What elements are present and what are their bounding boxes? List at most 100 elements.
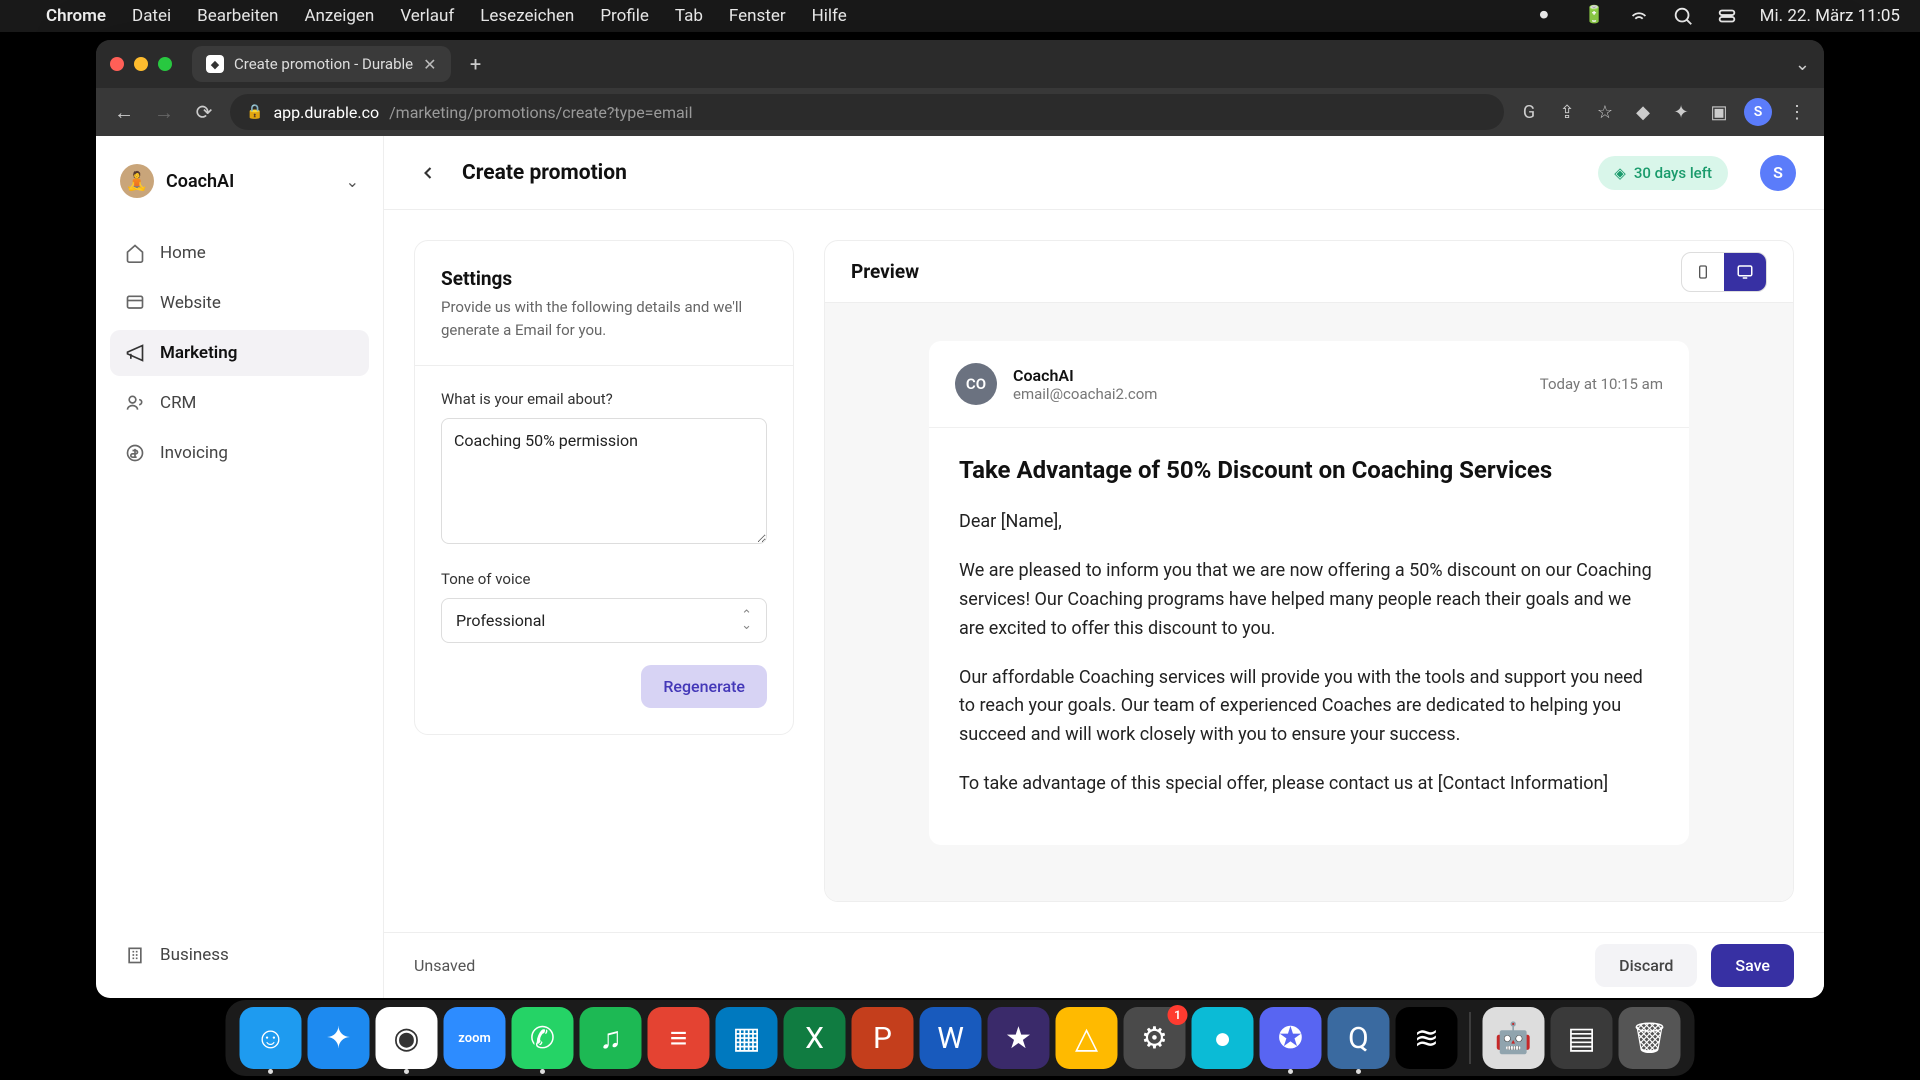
dock-tray-trash[interactable]: 🗑	[1619, 1007, 1681, 1069]
dock-app-imovie[interactable]: ★	[988, 1007, 1050, 1069]
dock-app-excel[interactable]: X	[784, 1007, 846, 1069]
chrome-menu-icon[interactable]: ⋮	[1784, 99, 1810, 125]
tone-select[interactable]: Professional ⌃⌄	[441, 598, 767, 643]
menu-fenster[interactable]: Fenster	[729, 6, 786, 26]
dock-tray-automator[interactable]: 🤖	[1483, 1007, 1545, 1069]
back-button[interactable]: ←	[110, 98, 138, 126]
dock-app-zoom[interactable]: zoom	[444, 1007, 506, 1069]
menu-hilfe[interactable]: Hilfe	[812, 6, 847, 26]
macos-dock: ☺✦◉zoom✆♫≡▦XPW★△⚙1●✪Q≋ 🤖▤🗑	[226, 1000, 1695, 1076]
sidebar-item-label: Business	[160, 945, 229, 965]
dock-app-todoist[interactable]: ≡	[648, 1007, 710, 1069]
email-header: CO CoachAI email@coachai2.com Today at 1…	[929, 341, 1689, 428]
workspace-name: CoachAI	[166, 171, 234, 192]
sidepanel-icon[interactable]: ▣	[1706, 99, 1732, 125]
browser-tab[interactable]: ◆ Create promotion - Durable ✕	[192, 46, 451, 82]
tab-favicon: ◆	[206, 55, 224, 73]
address-bar[interactable]: 🔒 app.durable.co/marketing/promotions/cr…	[230, 94, 1504, 130]
dock-app-chrome[interactable]: ◉	[376, 1007, 438, 1069]
menu-anzeigen[interactable]: Anzeigen	[304, 6, 374, 26]
email-preview: CO CoachAI email@coachai2.com Today at 1…	[929, 341, 1689, 845]
select-chevron-icon: ⌃⌄	[741, 611, 752, 629]
dock-app-quicktime[interactable]: Q	[1328, 1007, 1390, 1069]
save-button[interactable]: Save	[1711, 944, 1794, 987]
preview-panel: Preview CO	[824, 240, 1794, 902]
url-path: /marketing/promotions/create?type=email	[389, 103, 692, 122]
bookmark-icon[interactable]: ☆	[1592, 99, 1618, 125]
sidebar-item-home[interactable]: Home	[110, 230, 369, 276]
discard-button[interactable]: Discard	[1595, 944, 1697, 987]
trial-text: 30 days left	[1634, 164, 1712, 182]
sidebar-item-website[interactable]: Website	[110, 280, 369, 326]
regenerate-button[interactable]: Regenerate	[641, 665, 767, 708]
desktop-view-button[interactable]	[1724, 253, 1766, 291]
business-icon	[124, 944, 146, 966]
preview-body[interactable]: CO CoachAI email@coachai2.com Today at 1…	[825, 303, 1793, 901]
share-icon[interactable]: ⇪	[1554, 99, 1580, 125]
new-tab-button[interactable]: +	[461, 49, 491, 79]
tone-value: Professional	[456, 611, 545, 630]
dock-app-spotify[interactable]: ♫	[580, 1007, 642, 1069]
dock-app-discord[interactable]: ✪	[1260, 1007, 1322, 1069]
extensions-puzzle-icon[interactable]: ✦	[1668, 99, 1694, 125]
workspace-switcher[interactable]: 🧘 CoachAI ⌄	[110, 156, 369, 206]
crm-icon	[124, 392, 146, 414]
menu-tab[interactable]: Tab	[675, 6, 703, 26]
menu-bearbeiten[interactable]: Bearbeiten	[197, 6, 278, 26]
chrome-tabbar: ◆ Create promotion - Durable ✕ + ⌄	[96, 40, 1824, 88]
close-window-button[interactable]	[110, 57, 124, 71]
extension-icon[interactable]: ◆	[1630, 99, 1656, 125]
maximize-window-button[interactable]	[158, 57, 172, 71]
settings-subtitle: Provide us with the following details an…	[441, 296, 767, 341]
sidebar-item-crm[interactable]: CRM	[110, 380, 369, 426]
menubar-app-name[interactable]: Chrome	[46, 6, 106, 26]
menu-profile[interactable]: Profile	[600, 6, 649, 26]
minimize-window-button[interactable]	[134, 57, 148, 71]
google-icon[interactable]: G	[1516, 99, 1542, 125]
forward-button[interactable]: →	[150, 98, 178, 126]
back-arrow-button[interactable]	[412, 157, 444, 189]
trial-badge[interactable]: ◈ 30 days left	[1598, 156, 1728, 190]
dock-app-trello[interactable]: ▦	[716, 1007, 778, 1069]
sidebar-item-business[interactable]: Business	[110, 932, 369, 978]
dock-app-word[interactable]: W	[920, 1007, 982, 1069]
about-textarea[interactable]	[441, 418, 767, 544]
dock-separator	[1470, 1012, 1471, 1064]
reload-button[interactable]: ⟳	[190, 98, 218, 126]
dock-app-voice[interactable]: ≋	[1396, 1007, 1458, 1069]
mobile-view-button[interactable]	[1682, 253, 1724, 291]
menu-datei[interactable]: Datei	[132, 6, 171, 26]
email-subject: Take Advantage of 50% Discount on Coachi…	[959, 454, 1659, 486]
email-paragraph: To take advantage of this special offer,…	[959, 770, 1659, 799]
dock-app-siri[interactable]: ●	[1192, 1007, 1254, 1069]
chevron-down-icon: ⌄	[346, 172, 359, 191]
profile-avatar[interactable]: S	[1744, 98, 1772, 126]
settings-panel: Settings Provide us with the following d…	[414, 240, 794, 735]
wifi-icon[interactable]	[1628, 5, 1650, 27]
dock-tray-folder[interactable]: ▤	[1551, 1007, 1613, 1069]
dock-app-powerpoint[interactable]: P	[852, 1007, 914, 1069]
battery-icon[interactable]: 🔋	[1584, 5, 1606, 27]
screen-record-icon[interactable]: ⏺	[1540, 5, 1562, 27]
website-icon	[124, 292, 146, 314]
tab-overflow-icon[interactable]: ⌄	[1795, 54, 1810, 75]
sidebar-item-label: Website	[160, 293, 221, 313]
sidebar-item-marketing[interactable]: Marketing	[110, 330, 369, 376]
dock-app-finder[interactable]: ☺	[240, 1007, 302, 1069]
spotlight-icon[interactable]	[1672, 5, 1694, 27]
tab-close-icon[interactable]: ✕	[423, 55, 436, 74]
user-avatar[interactable]: S	[1760, 155, 1796, 191]
page-header: Create promotion ◈ 30 days left S	[384, 136, 1824, 210]
sidebar-item-label: CRM	[160, 393, 196, 413]
sender-avatar: CO	[955, 363, 997, 405]
dock-app-whatsapp[interactable]: ✆	[512, 1007, 574, 1069]
dock-app-settings[interactable]: ⚙1	[1124, 1007, 1186, 1069]
email-paragraph: We are pleased to inform you that we are…	[959, 557, 1659, 643]
menu-verlauf[interactable]: Verlauf	[400, 6, 454, 26]
menubar-datetime[interactable]: Mi. 22. März 11:05	[1760, 6, 1900, 26]
dock-app-safari[interactable]: ✦	[308, 1007, 370, 1069]
dock-app-drive[interactable]: △	[1056, 1007, 1118, 1069]
menu-lesezeichen[interactable]: Lesezeichen	[480, 6, 574, 26]
sidebar-item-invoicing[interactable]: Invoicing	[110, 430, 369, 476]
control-center-icon[interactable]	[1716, 5, 1738, 27]
